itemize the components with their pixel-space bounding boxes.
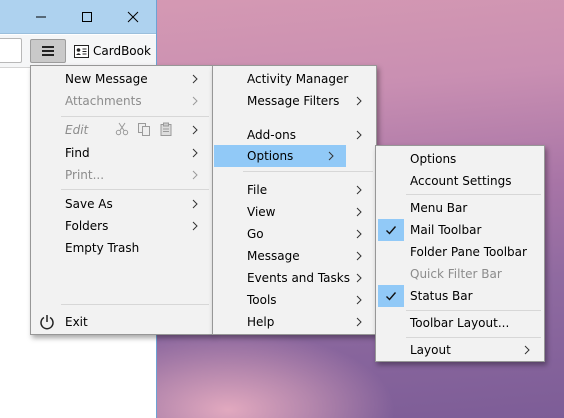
menu-item-folders[interactable]: Folders bbox=[33, 215, 210, 237]
menu-item-attachments[interactable]: Attachments bbox=[33, 90, 210, 112]
menu-item-quick-filter-bar[interactable]: Quick Filter Bar bbox=[378, 263, 542, 285]
menu-item-exit[interactable]: Exit bbox=[33, 311, 210, 333]
menu-item-new-message[interactable]: New Message bbox=[33, 68, 210, 90]
app-menu: New Message Attachments Edit Find Print.… bbox=[30, 65, 213, 335]
menu-item-toolbar-layout[interactable]: Toolbar Layout... bbox=[378, 312, 542, 334]
minimize-icon bbox=[36, 16, 46, 18]
tools-submenu: Activity Manager Message Filters Add-ons… bbox=[212, 65, 377, 335]
chevron-right-icon bbox=[192, 74, 198, 84]
menu-item-view[interactable]: View bbox=[215, 201, 374, 223]
cut-icon bbox=[115, 122, 129, 136]
menu-item-layout[interactable]: Layout bbox=[378, 339, 542, 361]
menu-item-menu-bar[interactable]: Menu Bar bbox=[378, 197, 542, 219]
menu-item-find[interactable]: Find bbox=[33, 142, 210, 164]
menu-separator bbox=[406, 194, 541, 195]
menu-item-options[interactable]: Options bbox=[214, 145, 346, 167]
menu-item-save-as[interactable]: Save As bbox=[33, 193, 210, 215]
menu-item-edit[interactable]: Edit bbox=[33, 119, 210, 141]
menu-item-options-prefs[interactable]: Options bbox=[378, 148, 542, 170]
chevron-right-icon bbox=[356, 185, 362, 195]
chevron-right-icon bbox=[192, 125, 198, 135]
close-icon bbox=[127, 11, 139, 23]
chevron-right-icon bbox=[356, 295, 362, 305]
cardbook-button[interactable]: CardBook bbox=[71, 39, 154, 63]
chevron-right-icon bbox=[356, 130, 362, 140]
chevron-right-icon bbox=[192, 148, 198, 158]
chevron-right-icon bbox=[524, 345, 530, 355]
menu-item-events-and-tasks[interactable]: Events and Tasks bbox=[215, 267, 374, 289]
menu-separator bbox=[61, 116, 209, 117]
chevron-right-icon bbox=[356, 273, 362, 283]
address-card-icon bbox=[74, 44, 89, 58]
chevron-right-icon bbox=[328, 151, 334, 161]
close-button[interactable] bbox=[110, 3, 156, 31]
menu-item-file[interactable]: File bbox=[215, 179, 374, 201]
menu-item-empty-trash[interactable]: Empty Trash bbox=[33, 237, 210, 259]
checkmark-icon bbox=[378, 219, 404, 241]
title-bar bbox=[0, 0, 156, 34]
minimize-button[interactable] bbox=[18, 3, 64, 31]
options-submenu: Options Account Settings Menu Bar Mail T… bbox=[375, 145, 545, 362]
search-input[interactable] bbox=[0, 38, 22, 63]
chevron-right-icon bbox=[356, 207, 362, 217]
copy-icon bbox=[138, 123, 150, 136]
checkmark-icon bbox=[378, 285, 404, 307]
chevron-right-icon bbox=[356, 96, 362, 106]
chevron-right-icon bbox=[356, 317, 362, 327]
main-toolbar: CardBook bbox=[0, 35, 156, 68]
maximize-icon bbox=[82, 12, 92, 22]
chevron-right-icon bbox=[192, 96, 198, 106]
menu-item-go[interactable]: Go bbox=[215, 223, 374, 245]
menu-item-status-bar[interactable]: Status Bar bbox=[378, 285, 542, 307]
app-menu-button[interactable] bbox=[30, 39, 66, 63]
menu-item-add-ons[interactable]: Add-ons bbox=[215, 124, 374, 146]
menu-item-tools[interactable]: Tools bbox=[215, 289, 374, 311]
menu-separator bbox=[61, 304, 209, 305]
power-icon bbox=[40, 315, 54, 330]
menu-item-activity-manager[interactable]: Activity Manager bbox=[215, 68, 374, 90]
menu-item-help[interactable]: Help bbox=[215, 311, 374, 333]
menu-item-account-settings[interactable]: Account Settings bbox=[378, 170, 542, 192]
chevron-right-icon bbox=[356, 251, 362, 261]
menu-item-folder-pane-toolbar[interactable]: Folder Pane Toolbar bbox=[378, 241, 542, 263]
chevron-right-icon bbox=[356, 229, 362, 239]
menu-separator bbox=[406, 337, 541, 338]
menu-separator bbox=[243, 171, 373, 172]
menu-item-mail-toolbar[interactable]: Mail Toolbar bbox=[378, 219, 542, 241]
paste-icon bbox=[160, 122, 172, 136]
chevron-right-icon bbox=[192, 199, 198, 209]
cardbook-label: CardBook bbox=[93, 44, 151, 58]
menu-item-message[interactable]: Message bbox=[215, 245, 374, 267]
menu-separator bbox=[61, 189, 209, 190]
chevron-right-icon bbox=[192, 170, 198, 180]
menu-item-message-filters[interactable]: Message Filters bbox=[215, 90, 374, 112]
chevron-right-icon bbox=[192, 221, 198, 231]
hamburger-icon bbox=[42, 46, 54, 56]
desktop-background bbox=[156, 330, 396, 418]
maximize-button[interactable] bbox=[64, 3, 110, 31]
menu-separator bbox=[406, 310, 541, 311]
menu-item-print[interactable]: Print... bbox=[33, 164, 210, 186]
